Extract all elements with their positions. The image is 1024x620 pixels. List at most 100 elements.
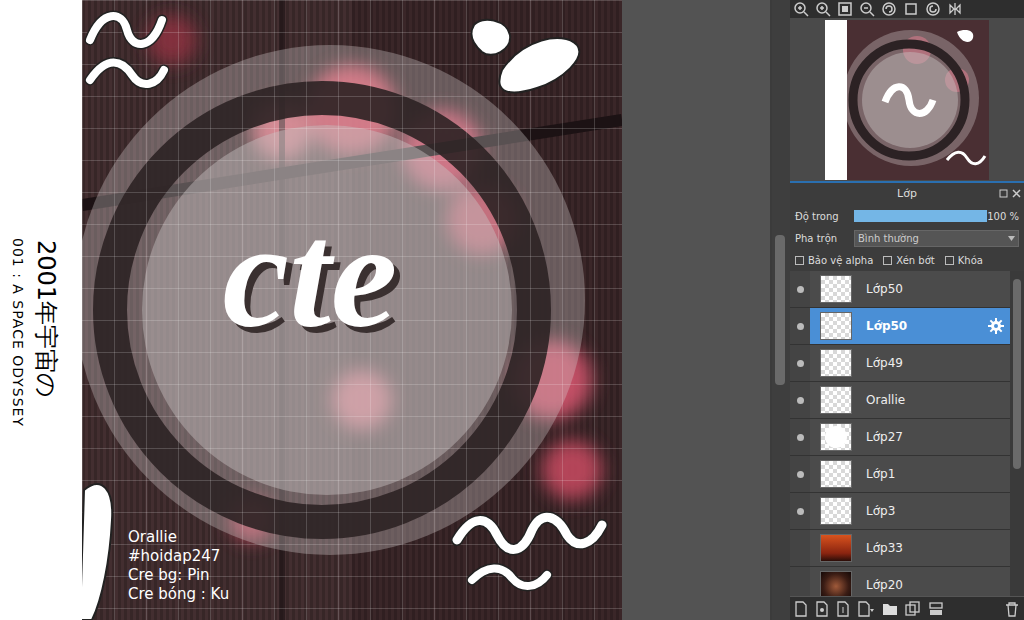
eye-dot-icon	[797, 397, 804, 404]
artwork-side-strip[interactable]: 2001年宇宙の 001 : A SPACE ODYSSEY	[0, 0, 82, 620]
navigator-panel[interactable]	[790, 18, 1024, 181]
visibility-toggle[interactable]	[790, 567, 810, 596]
layer-item[interactable]: Lớp1	[810, 456, 1010, 492]
blend-label: Pha trộn	[795, 231, 854, 246]
flip-icon[interactable]	[947, 1, 963, 17]
new-8bit-layer-icon[interactable]	[836, 601, 850, 617]
layer-item[interactable]: Lớp50	[810, 271, 1010, 307]
layer-row[interactable]: Lớp1	[790, 456, 1010, 493]
right-panel: Lớp Độ trong 100 % Pha trộn Bình thường …	[790, 0, 1024, 620]
app-window: 2001年宇宙の 001 : A SPACE ODYSSEY	[0, 0, 1024, 620]
layer-item[interactable]: Lớp27	[810, 419, 1010, 455]
undock-icon[interactable]	[999, 189, 1008, 198]
thumbnail-circle-icon	[825, 426, 847, 448]
rotate-left-icon[interactable]	[881, 1, 897, 17]
layer-item[interactable]: Lớp49	[810, 345, 1010, 381]
layer-item[interactable]: Orallie	[810, 382, 1010, 418]
layer-row[interactable]: Lớp50	[790, 308, 1010, 345]
layer-name: Lớp50	[866, 317, 907, 335]
eye-dot-icon	[797, 323, 804, 330]
layer-name: Lớp3	[866, 502, 895, 520]
delete-layer-icon[interactable]	[1004, 601, 1020, 617]
layer-row[interactable]: Lớp3	[790, 493, 1010, 530]
layer-row[interactable]: Lớp20	[790, 567, 1010, 596]
checkbox-box[interactable]	[795, 256, 804, 265]
artwork-canvas[interactable]: cte Orallie#hoidap247Cre bg: PinCre bóng…	[82, 0, 622, 620]
option-checkbox[interactable]: Xén bớt	[883, 253, 934, 268]
visibility-toggle[interactable]	[790, 345, 810, 381]
layer-scrollbar[interactable]	[1010, 271, 1024, 596]
option-checkbox[interactable]: Bảo vệ alpha	[795, 253, 873, 268]
option-checkbox[interactable]: Khóa	[945, 253, 983, 268]
layer-name: Lớp20	[866, 576, 903, 594]
visibility-toggle[interactable]	[790, 530, 810, 566]
layer-list: Lớp50 Lớp50 Lớp49 Orallie Lớp27 Lớp1 Lớp3 Lớp33…	[790, 271, 1010, 596]
eye-dot-icon	[797, 508, 804, 515]
layer-row[interactable]: Lớp27	[790, 419, 1010, 456]
reset-view-icon[interactable]	[903, 1, 919, 17]
layer-thumbnail	[820, 275, 852, 303]
layer-name: Orallie	[866, 391, 905, 409]
rotate-right-icon[interactable]	[925, 1, 941, 17]
layer-settings-gear-icon[interactable]	[988, 318, 1004, 334]
layer-list-area: Lớp50 Lớp50 Lớp49 Orallie Lớp27 Lớp1 Lớp3 Lớp33…	[790, 271, 1024, 596]
merge-layer-icon[interactable]	[928, 601, 944, 617]
duplicate-layer-icon[interactable]	[905, 601, 921, 617]
credit-line: Cre bg: Pin	[128, 566, 229, 585]
eye-dot-icon	[797, 434, 804, 441]
layer-row[interactable]: Lớp33	[790, 530, 1010, 567]
scrollbar-thumb[interactable]	[1013, 279, 1021, 469]
new-halftone-layer-icon[interactable]	[815, 601, 829, 617]
canvas-scrollbar[interactable]	[772, 0, 790, 620]
layer-name: Lớp27	[866, 428, 903, 446]
opacity-row: Độ trong 100 %	[790, 205, 1024, 227]
layer-name: Lớp33	[866, 539, 903, 557]
layer-name: Lớp49	[866, 354, 903, 372]
artwork-title: cte	[223, 200, 398, 350]
layer-item[interactable]: Lớp20	[810, 567, 1010, 596]
fit-icon[interactable]	[837, 1, 853, 17]
close-icon[interactable]	[1012, 189, 1021, 198]
layer-item[interactable]: Lớp50	[810, 308, 1010, 344]
navigator-toolbar	[790, 0, 1024, 18]
layer-row[interactable]: Lớp50	[790, 271, 1010, 308]
visibility-toggle[interactable]	[790, 493, 810, 529]
layer-item[interactable]: Lớp3	[810, 493, 1010, 529]
folder-icon[interactable]	[882, 601, 898, 617]
checkbox-box[interactable]	[883, 256, 892, 265]
navigator-preview[interactable]	[825, 20, 989, 180]
scrollbar-thumb[interactable]	[775, 235, 785, 385]
blend-dropdown[interactable]: Bình thường	[854, 230, 1019, 247]
layer-thumbnail	[820, 460, 852, 488]
artwork-side-subtitle: 001 : A SPACE ODYSSEY	[10, 238, 26, 427]
zoom-out-icon[interactable]	[859, 1, 875, 17]
layer-item[interactable]: Lớp33	[810, 530, 1010, 566]
visibility-toggle[interactable]	[790, 271, 810, 307]
visibility-toggle[interactable]	[790, 382, 810, 418]
zoom-in-icon[interactable]	[815, 1, 831, 17]
visibility-toggle[interactable]	[790, 419, 810, 455]
eye-dot-icon	[797, 471, 804, 478]
add-layer-menu-icon[interactable]	[857, 601, 875, 617]
workspace[interactable]: 2001年宇宙の 001 : A SPACE ODYSSEY	[0, 0, 772, 620]
layer-name: Lớp50	[866, 280, 903, 298]
checkbox-label: Xén bớt	[896, 253, 934, 268]
zoom-in-icon[interactable]	[793, 1, 809, 17]
layer-options: Bảo vệ alpha Xén bớt Khóa	[790, 249, 1024, 271]
layer-thumbnail	[820, 571, 852, 596]
artwork-side-title: 2001年宇宙の	[32, 240, 60, 398]
layer-thumbnail	[820, 312, 852, 340]
checkbox-box[interactable]	[945, 256, 954, 265]
visibility-toggle[interactable]	[790, 308, 810, 344]
layer-thumbnail	[820, 349, 852, 377]
opacity-slider[interactable]	[854, 210, 987, 222]
opacity-reading: 100 %	[987, 209, 1019, 224]
eye-dot-icon	[797, 286, 804, 293]
credit-line: #hoidap247	[128, 547, 229, 566]
layer-row[interactable]: Orallie	[790, 382, 1010, 419]
visibility-toggle[interactable]	[790, 456, 810, 492]
blend-value: Bình thường	[858, 231, 919, 246]
blend-row: Pha trộn Bình thường	[790, 227, 1024, 249]
layer-row[interactable]: Lớp49	[790, 345, 1010, 382]
new-layer-icon[interactable]	[794, 601, 808, 617]
